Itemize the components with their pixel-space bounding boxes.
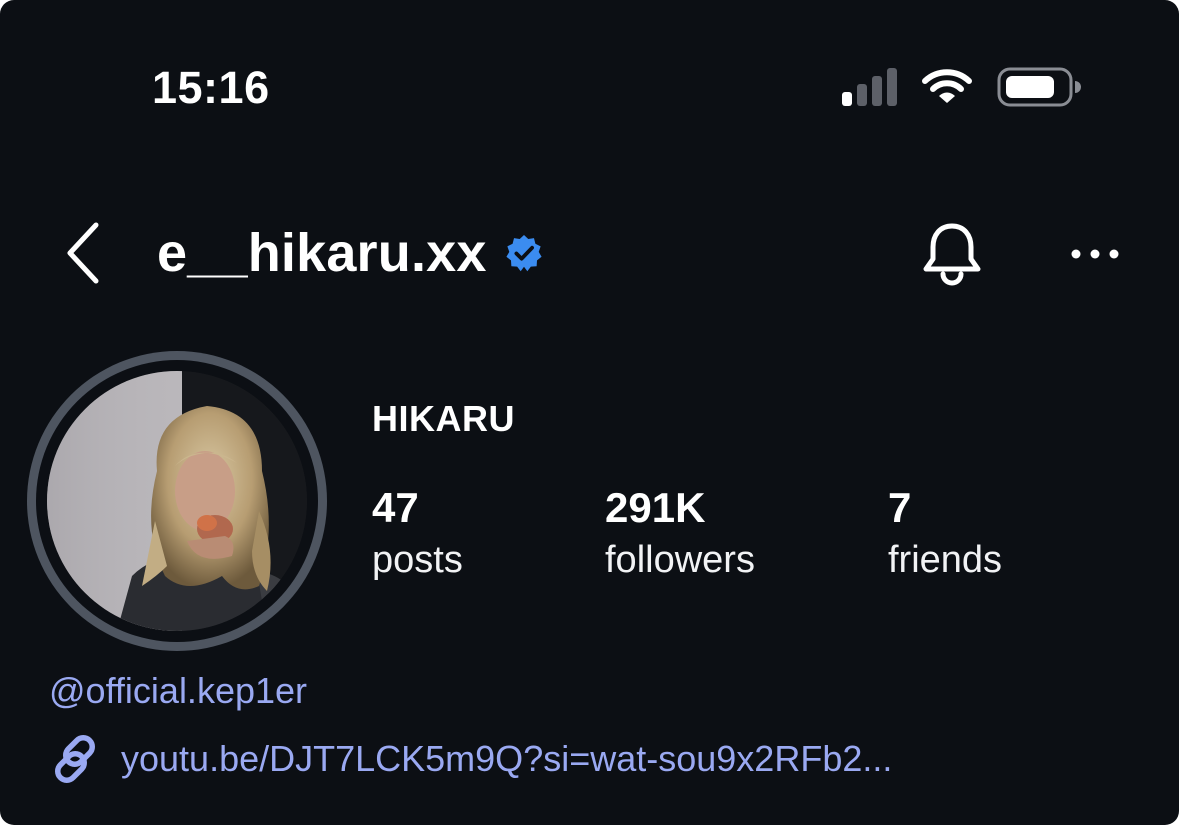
more-options-button[interactable]: [1060, 226, 1130, 282]
username-header: e__hikaru.xx: [157, 222, 543, 284]
bell-icon: [923, 223, 981, 286]
status-time: 15:16: [152, 62, 270, 113]
link-icon: [55, 735, 95, 783]
verified-badge-icon: [506, 234, 542, 272]
bio-mention-link[interactable]: @official.kep1er: [49, 670, 307, 712]
stat-followers[interactable]: 291K followers: [605, 484, 755, 588]
stat-followers-value: 291K: [605, 484, 706, 531]
profile-avatar[interactable]: [27, 351, 327, 651]
more-horizontal-icon: [1071, 249, 1119, 259]
wifi-icon: [922, 69, 972, 103]
bio-link-text: youtu.be/DJT7LCK5m9Q?si=wat-sou9x2RFb2..…: [121, 738, 893, 779]
battery-icon: [997, 67, 1081, 107]
stat-posts[interactable]: 47 posts: [372, 484, 463, 588]
display-name: HIKARU: [372, 398, 515, 439]
notifications-button[interactable]: [916, 218, 988, 290]
back-button[interactable]: [58, 218, 108, 288]
stat-followers-label: followers: [605, 539, 755, 581]
username: e__hikaru.xx: [157, 223, 487, 283]
stat-friends-label: friends: [888, 539, 1003, 581]
profile-screen: 15:16 e__hikaru.xx HIKARU 47 posts 291K …: [0, 0, 1179, 825]
stat-friends-value: 7: [888, 484, 912, 531]
stat-posts-value: 47: [372, 484, 419, 531]
stat-posts-label: posts: [372, 539, 463, 581]
bio-external-link[interactable]: youtu.be/DJT7LCK5m9Q?si=wat-sou9x2RFb2..…: [49, 733, 892, 785]
signal-icon: [842, 68, 897, 106]
status-icons: [842, 66, 1081, 108]
stat-friends[interactable]: 7 friends: [888, 484, 1002, 588]
avatar-photo: [47, 371, 307, 631]
chevron-left-icon: [67, 222, 99, 284]
